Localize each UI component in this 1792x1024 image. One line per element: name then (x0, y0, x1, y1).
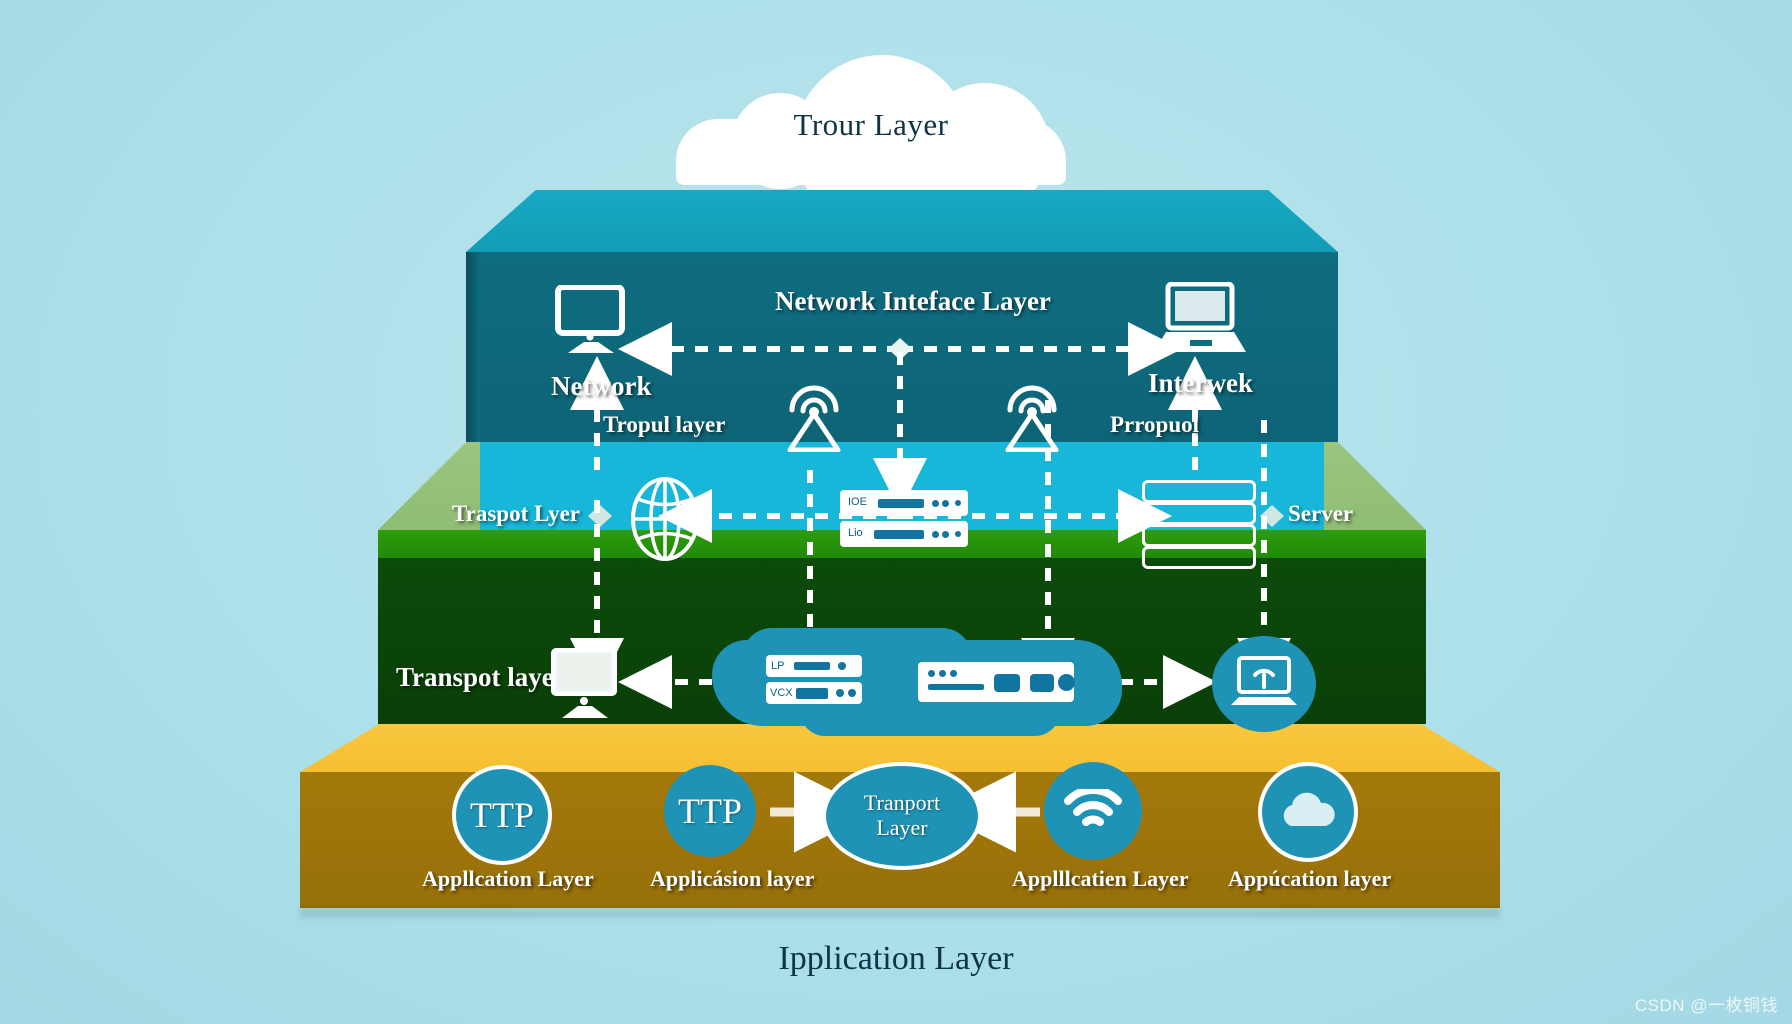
switch-device-icon: LP (766, 655, 862, 677)
layer1-left-edge (466, 252, 480, 442)
label-application-3: Applllcatien Layer (1012, 866, 1189, 891)
router-device-icon (918, 662, 1075, 702)
globe-icon (631, 477, 699, 561)
node-cloud[interactable] (1258, 762, 1358, 862)
server-rack-icon (1142, 480, 1256, 569)
label-application-2: Applicásion layer (650, 866, 815, 891)
wifi-tower-icon (787, 385, 841, 452)
node-ttp-1[interactable]: TTP (452, 765, 552, 865)
layer1-top-surface (466, 190, 1338, 252)
node-ttp-2[interactable]: TTP (664, 765, 756, 857)
device-text-vcx: VCX (770, 687, 793, 699)
desktop-monitor-icon (555, 285, 625, 353)
laptop-wifi-icon (1212, 636, 1316, 732)
laptop-wifi-glyph (1231, 656, 1297, 705)
label-prropuol: Prropuol (1110, 412, 1200, 437)
layer4-shadow (300, 908, 1500, 918)
label-server: Server (1288, 501, 1354, 526)
label-application-4: Appúcation layer (1228, 866, 1392, 891)
watermark: CSDN @一枚铜钱 (1634, 996, 1778, 1015)
node-wifi[interactable] (1044, 762, 1142, 860)
desktop-monitor-icon (551, 648, 617, 718)
switch-device-icon-2: VCX (766, 682, 862, 704)
wifi-signal-icon (1064, 789, 1122, 826)
device-text-ioe: IOE (848, 496, 867, 508)
ttp-badge-2: TTP (677, 790, 742, 831)
laptop-icon (1154, 282, 1246, 352)
label-tropul-layer: Tropul layer (603, 412, 726, 437)
label-traspot-lyer: Traspot Lyer (452, 501, 580, 526)
label-transpot-layer: Transpot layer (396, 662, 566, 692)
cloud-shape: Trour Layer (676, 55, 1066, 231)
label-network: Network (551, 371, 652, 401)
cloud-dotted-icon (1283, 792, 1335, 826)
label-application-1: Appllcation Layer (422, 866, 594, 891)
device-text-lp: LP (771, 660, 785, 672)
ttp-badge-1: TTP (469, 794, 534, 835)
label-interwek: Interwek (1148, 368, 1253, 398)
router-stack-icon-2: Lio (840, 521, 968, 547)
router-stack-icon: IOE (840, 490, 968, 516)
bottom-title: Ipplication Layer (778, 940, 1014, 977)
wifi-tower-icon (1005, 385, 1059, 452)
layer1-title: Network Inteface Layer (775, 286, 1051, 316)
diagram-canvas: Trour Layer Network Inteface Layer Netwo… (0, 0, 1792, 1024)
transport-oval-line2: Layer (876, 815, 928, 840)
device-text-lio: Lio (848, 527, 863, 539)
transport-oval-line1: Tranport (863, 790, 941, 816)
cloud-label: Trour Layer (793, 107, 949, 142)
node-transport-oval[interactable]: Tranport Layer (822, 762, 982, 870)
